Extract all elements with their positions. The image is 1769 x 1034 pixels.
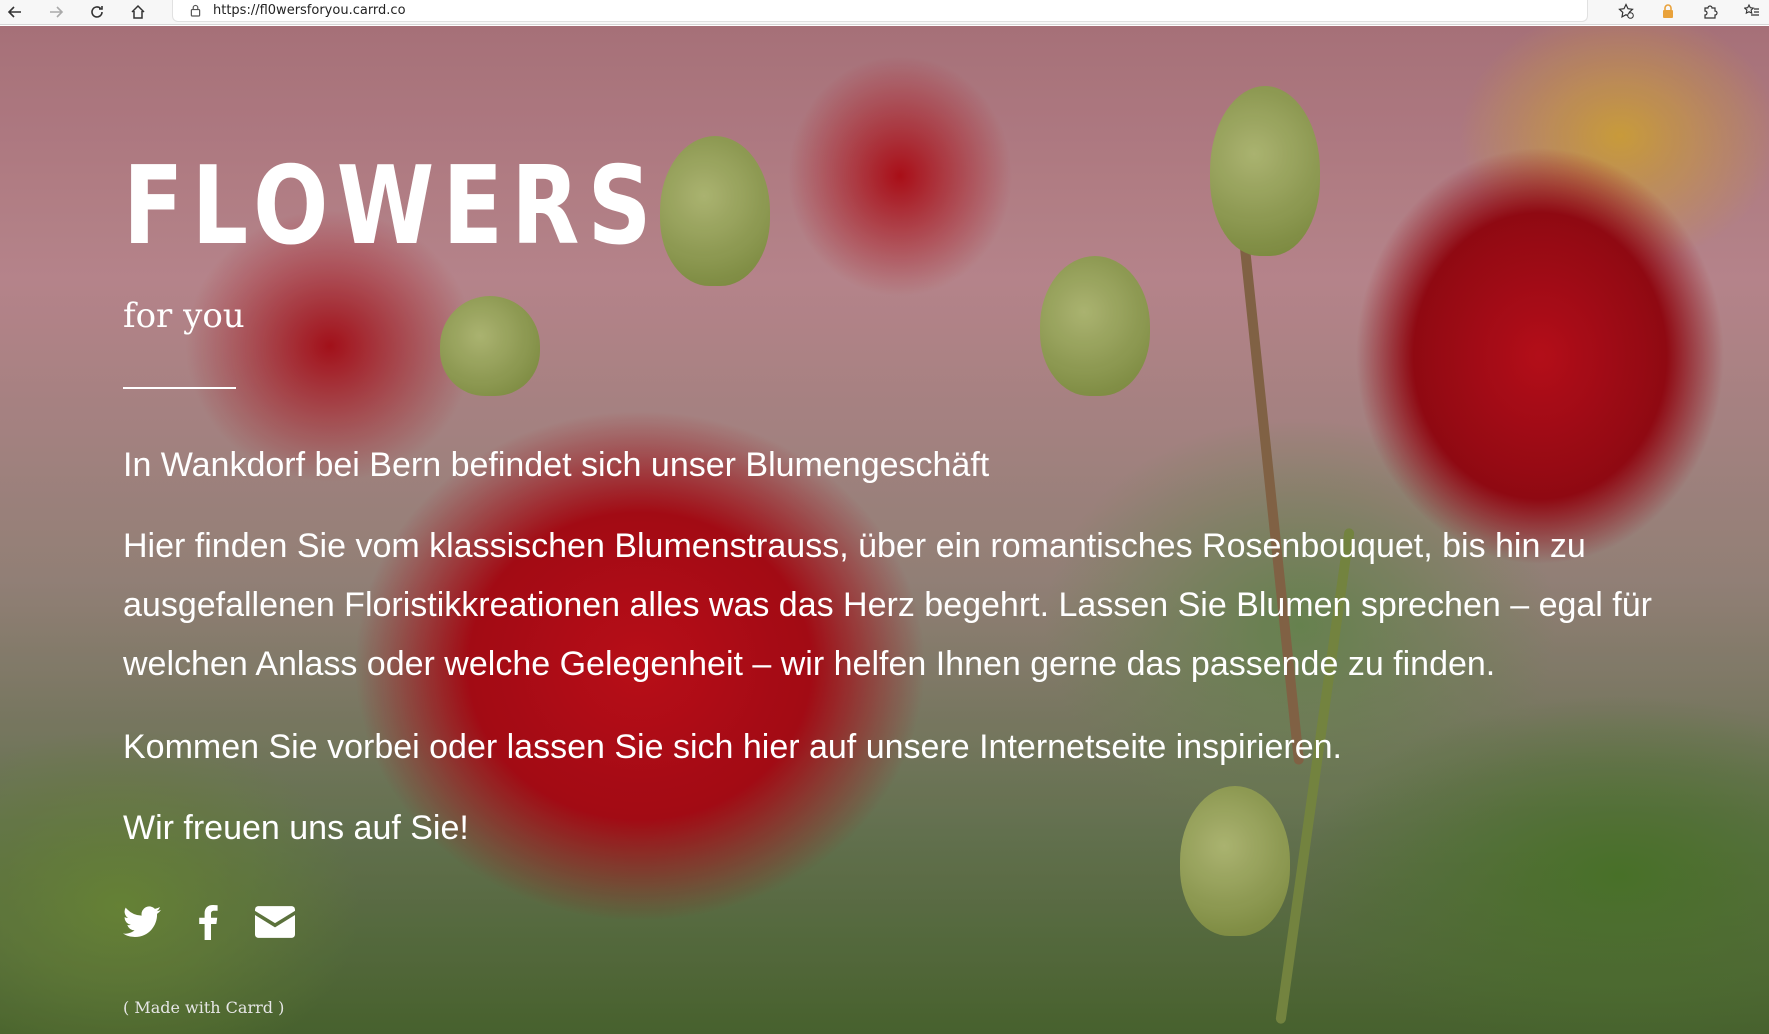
twitter-icon [123,906,161,938]
facebook-link[interactable] [198,902,218,942]
favorite-button[interactable] [1615,0,1637,22]
site-title: FLOWERS [123,144,660,269]
address-bar[interactable]: https://fl0wersforyou.carrd.co [172,0,1588,22]
home-icon [131,4,145,19]
puzzle-icon [1704,5,1718,19]
site-subtitle: for you [123,296,245,336]
lock-icon [189,4,201,18]
divider-line [123,387,236,389]
browser-tools [1595,0,1769,22]
back-button[interactable] [4,1,26,23]
reload-button[interactable] [86,1,108,23]
favorites-list-button[interactable] [1741,0,1763,22]
hero-background: FLOWERS for you In Wankdorf bei Bern bef… [0,26,1769,1034]
email-link[interactable] [255,902,295,942]
facebook-icon [199,904,218,940]
star-add-icon [1618,3,1634,19]
rose-bud [440,296,540,396]
extension-lock-button[interactable] [1657,0,1679,22]
reload-icon [91,6,103,18]
invitation-paragraph: Kommen Sie vorbei oder lassen Sie sich h… [123,728,1342,766]
twitter-link[interactable] [123,902,161,942]
extensions-button[interactable] [1699,0,1721,22]
home-button[interactable] [127,1,149,23]
envelope-icon [255,906,295,938]
closing-paragraph: Wir freuen uns auf Sie! [123,809,469,847]
favorites-list-icon [1744,3,1759,16]
arrow-left-icon [7,6,21,18]
padlock-icon [1663,4,1673,18]
description-paragraph: Hier finden Sie vom klassischen Blumenst… [123,527,1652,683]
rose-bud [1210,86,1320,256]
arrow-right-icon [50,6,64,18]
browser-toolbar: https://fl0wersforyou.carrd.co [0,0,1769,25]
rose-bud [1040,256,1150,396]
intro-paragraph: In Wankdorf bei Bern befindet sich unser… [123,446,990,484]
url-text: https://fl0wersforyou.carrd.co [213,3,406,18]
made-with-carrd-link[interactable]: ( Made with Carrd ) [123,998,284,1017]
rose-bud [660,136,770,286]
social-links [123,902,332,942]
forward-button[interactable] [45,1,67,23]
rose-bud [1180,786,1290,936]
